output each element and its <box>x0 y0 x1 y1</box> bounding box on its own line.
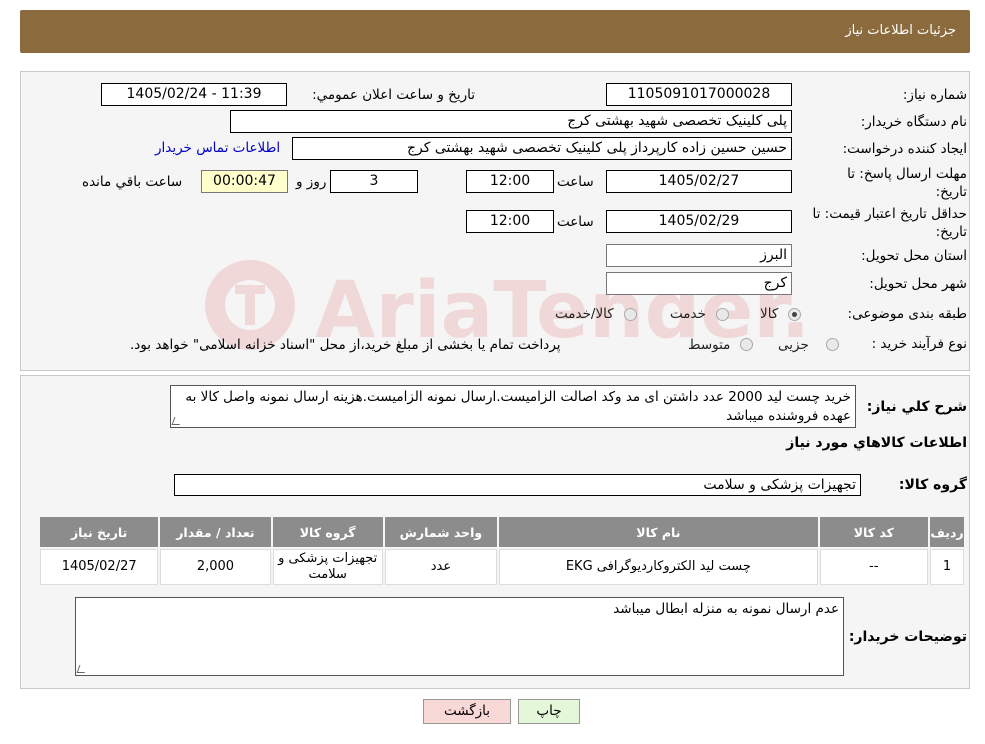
buyer-org-label: نام دستگاه خريدار: <box>860 114 967 130</box>
remaining-label: ساعت باقي مانده <box>82 174 183 190</box>
creator-field: حسین حسین زاده کارپرداز پلی کلینیک تخصصی… <box>292 137 792 160</box>
buyer-org-field: پلی کلینیک تخصصی شهید بهشتی کرج <box>230 110 792 133</box>
resize-grip-icon[interactable] <box>171 417 183 425</box>
purchase-radio-medium-label: متوسط <box>688 337 731 353</box>
reply-time-label: ساعت <box>557 174 594 190</box>
announce-datetime-label: تاريخ و ساعت اعلان عمومي: <box>312 87 475 103</box>
description-label: شرح كلي نياز: <box>866 399 967 415</box>
days-field: 3 <box>330 170 418 193</box>
purchase-radio-minor[interactable] <box>826 338 839 351</box>
purchase-radio-medium[interactable] <box>740 338 753 351</box>
cell-row: 1 <box>929 549 964 585</box>
buyer-notes-text: عدم ارسال نمونه به منزله ابطال میباشد <box>613 601 839 617</box>
col-name: نام کالا <box>499 517 818 547</box>
remaining-timer: 00:00:47 <box>201 170 288 193</box>
description-text: خرید چست لید 2000 عدد داشتن ای مد وکد اص… <box>185 389 851 424</box>
page-header: جزئیات اطلاعات نیاز <box>20 10 970 53</box>
purchase-radio-minor-label: جزیی <box>778 337 809 353</box>
buyer-contact-link[interactable]: اطلاعات تماس خریدار <box>155 140 280 156</box>
table-header-row: ردیف کد کالا نام کالا واحد شمارش گروه کا… <box>40 517 964 547</box>
col-qty: تعداد / مقدار <box>160 517 271 547</box>
creator-label: ایجاد کننده درخواست: <box>842 141 967 157</box>
table-row: 1 -- چست لید الکتروکاردیوگرافی EKG عدد ت… <box>40 549 964 585</box>
city-field: کرج <box>606 272 792 295</box>
buyer-notes-label: توضیحات خریدار: <box>848 629 967 645</box>
col-code: کد کالا <box>819 517 928 547</box>
col-row: ردیف <box>929 517 964 547</box>
purchase-type-label: نوع فرآيند خريد : <box>871 336 967 352</box>
cell-name: چست لید الکتروکاردیوگرافی EKG <box>499 549 818 585</box>
goods-info-heading: اطلاعات كالاهاي مورد نياز <box>786 435 967 451</box>
cell-code: -- <box>819 549 928 585</box>
page-title: جزئیات اطلاعات نیاز <box>845 23 956 38</box>
validity-time-field: 12:00 <box>466 210 554 233</box>
col-unit: واحد شمارش <box>384 517 498 547</box>
need-number-field: 1105091017000028 <box>606 83 792 106</box>
goods-group-label: گروه کالا: <box>898 477 967 493</box>
resize-grip-icon[interactable] <box>76 665 88 673</box>
category-radio-goods-label: کالا <box>760 306 779 322</box>
cell-unit: عدد <box>384 549 498 585</box>
announce-datetime-field: 1405/02/24 - 11:39 <box>101 83 287 106</box>
col-date: تاریخ نیاز <box>40 517 159 547</box>
category-radio-service[interactable] <box>716 308 729 321</box>
goods-group-field: تجهیزات پزشکی و سلامت <box>174 474 861 496</box>
category-label: طبقه بندی موضوعی: <box>847 306 967 322</box>
buyer-notes-textarea[interactable]: عدم ارسال نمونه به منزله ابطال میباشد <box>75 597 844 676</box>
cell-date: 1405/02/27 <box>40 549 159 585</box>
province-field: البرز <box>606 244 792 267</box>
category-radio-service-label: خدمت <box>670 306 706 322</box>
col-group: گروه کالا <box>272 517 383 547</box>
goods-table: ردیف کد کالا نام کالا واحد شمارش گروه کا… <box>38 515 966 587</box>
reply-deadline-label: مهلت ارسال پاسخ: تا تاریخ: <box>847 166 967 200</box>
reply-date-field: 1405/02/27 <box>606 170 792 193</box>
cell-group: تجهیزات پزشکی و سلامت <box>272 549 383 585</box>
print-button[interactable]: چاپ <box>518 699 580 724</box>
purchase-note: پرداخت تمام یا بخشی از مبلغ خرید،از محل … <box>130 337 561 353</box>
back-button[interactable]: بازگشت <box>423 699 511 724</box>
days-label: روز و <box>296 174 327 190</box>
city-label: شهر محل تحويل: <box>869 276 967 292</box>
validity-time-label: ساعت <box>557 214 594 230</box>
price-validity-label: حداقل تاريخ اعتبار قيمت: تا تاريخ: <box>812 206 967 240</box>
category-radio-goods-service[interactable] <box>624 308 637 321</box>
description-textarea[interactable]: خرید چست لید 2000 عدد داشتن ای مد وکد اص… <box>170 385 856 428</box>
cell-qty: 2,000 <box>160 549 271 585</box>
category-radio-goods-service-label: کالا/خدمت <box>555 306 614 322</box>
category-radio-goods[interactable] <box>788 308 801 321</box>
province-label: استان محل تحويل: <box>861 248 967 264</box>
reply-time-field: 12:00 <box>466 170 554 193</box>
need-number-label: شماره نیاز: <box>902 87 967 103</box>
validity-date-field: 1405/02/29 <box>606 210 792 233</box>
